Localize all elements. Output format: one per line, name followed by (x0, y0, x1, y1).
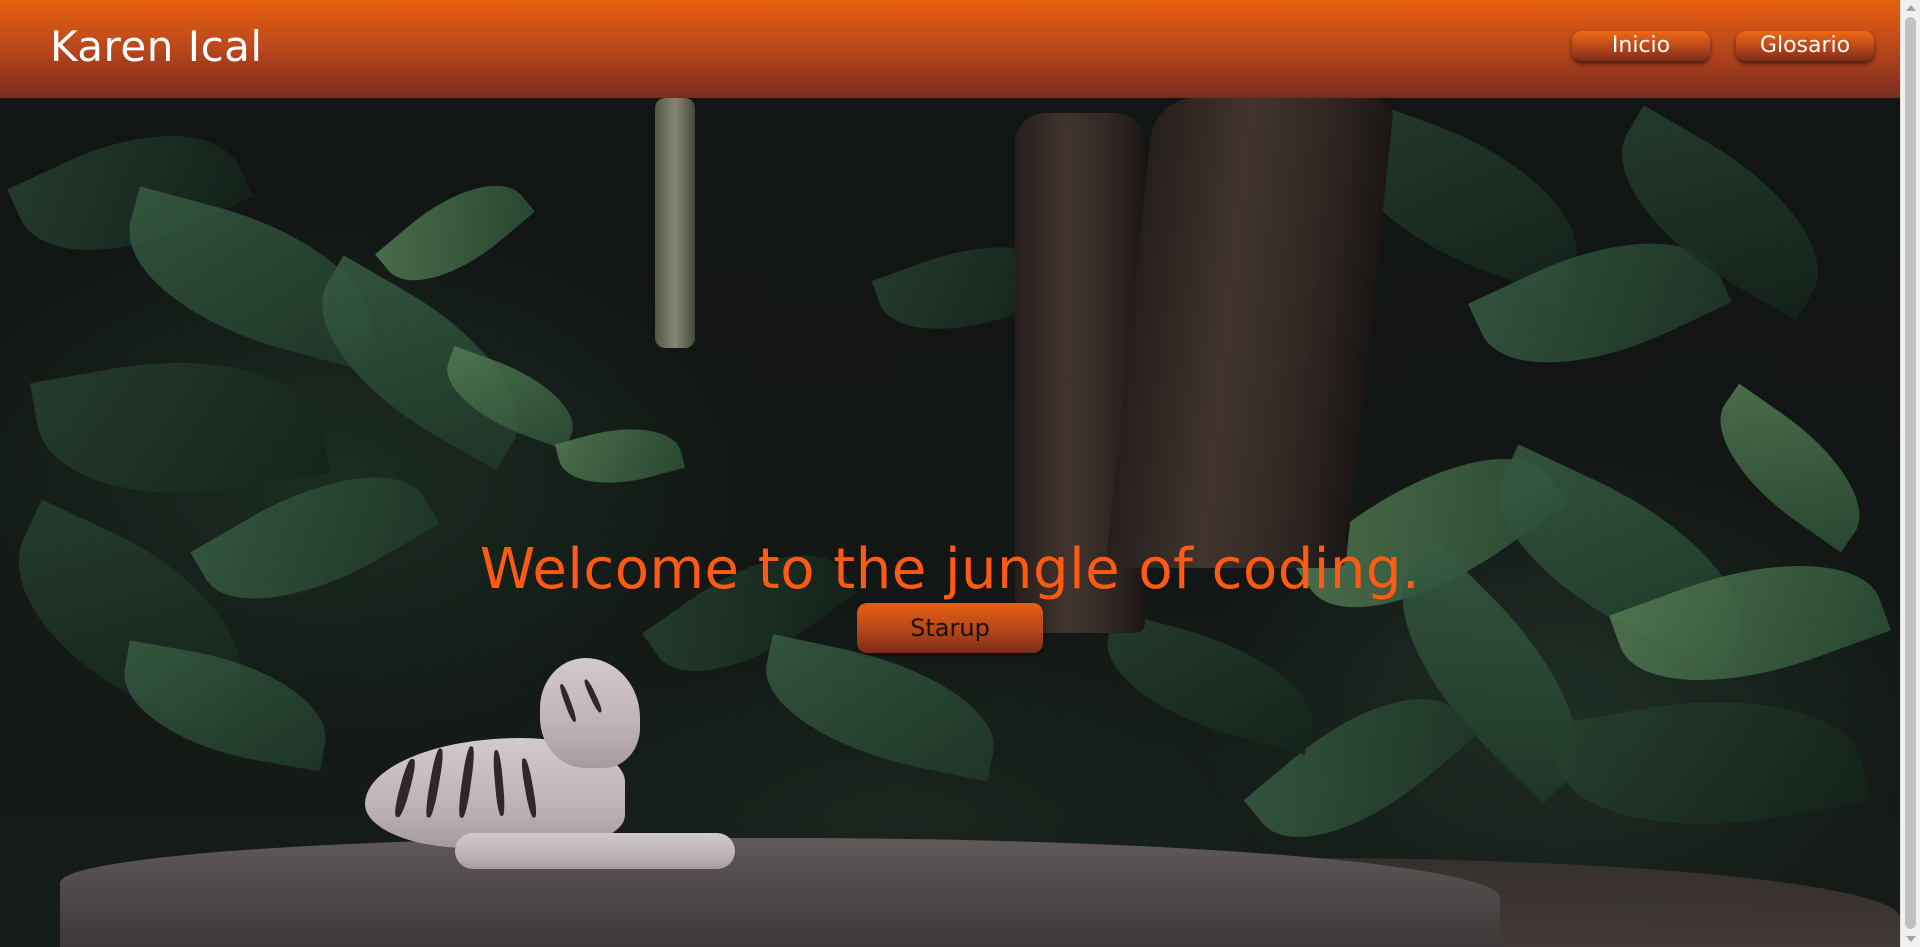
hero-section (0, 98, 1900, 947)
site-header: Karen Ical Inicio Glosario (0, 0, 1900, 98)
scrollbar-thumb[interactable] (1905, 17, 1916, 929)
page: Karen Ical Inicio Glosario Welcome to th… (0, 0, 1920, 947)
main-nav: Inicio Glosario (1572, 31, 1874, 61)
starup-button[interactable]: Starup (857, 603, 1043, 653)
nav-glosario-button[interactable]: Glosario (1736, 31, 1874, 61)
scroll-up-arrow-icon[interactable] (1906, 5, 1916, 11)
vertical-scrollbar[interactable] (1900, 0, 1920, 947)
hero-title: Welcome to the jungle of coding. (479, 537, 1421, 602)
brand-name[interactable]: Karen Ical (50, 22, 263, 71)
scroll-down-arrow-icon[interactable] (1906, 936, 1916, 942)
nav-inicio-button[interactable]: Inicio (1572, 31, 1710, 61)
